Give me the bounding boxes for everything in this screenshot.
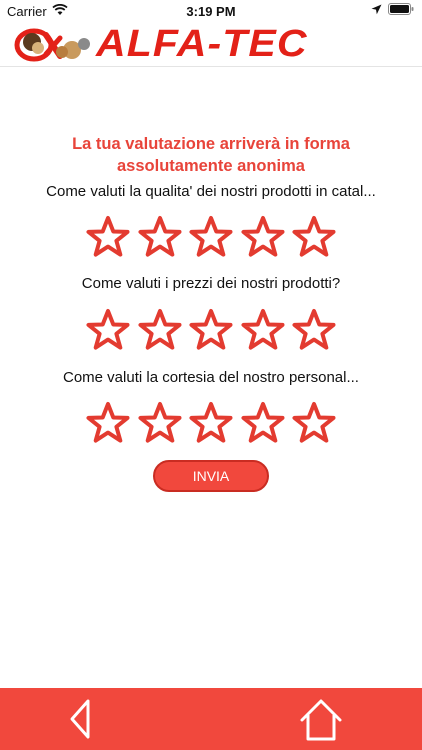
star-icon[interactable] <box>241 215 285 259</box>
rating-courtesy <box>86 401 336 445</box>
star-icon[interactable] <box>189 308 233 352</box>
rating-prices <box>86 308 336 352</box>
star-icon[interactable] <box>241 401 285 445</box>
star-icon[interactable] <box>292 401 336 445</box>
star-icon[interactable] <box>86 215 130 259</box>
home-icon[interactable] <box>298 698 344 742</box>
star-icon[interactable] <box>86 401 130 445</box>
star-icon[interactable] <box>138 401 182 445</box>
star-icon[interactable] <box>86 308 130 352</box>
star-icon[interactable] <box>292 308 336 352</box>
status-time: 3:19 PM <box>186 4 236 19</box>
location-arrow-icon <box>371 3 382 18</box>
brand-logo-icon <box>14 26 94 62</box>
star-icon[interactable] <box>189 401 233 445</box>
star-icon[interactable] <box>292 215 336 259</box>
star-icon[interactable] <box>189 215 233 259</box>
app-header: ALFA-TEC <box>0 22 422 67</box>
question-courtesy: Come valuti la cortesia del nostro perso… <box>63 369 359 386</box>
star-icon[interactable] <box>138 215 182 259</box>
rating-quality <box>86 215 336 259</box>
anonymous-notice: La tua valutazione arriverà in forma ass… <box>20 133 402 177</box>
submit-button[interactable]: INVIA <box>153 460 269 492</box>
anonymous-notice-line1: La tua valutazione arriverà in forma <box>72 135 350 153</box>
star-icon[interactable] <box>241 308 285 352</box>
question-quality: Come valuti la qualita' dei nostri prodo… <box>46 183 376 200</box>
status-bar: Carrier 3:19 PM <box>0 0 422 22</box>
bottom-nav-bar <box>0 688 422 750</box>
anonymous-notice-line2: assolutamente anonima <box>117 157 305 175</box>
status-right <box>371 3 414 18</box>
chevron-left-icon[interactable] <box>62 698 102 740</box>
question-prices: Come valuti i prezzi dei nostri prodotti… <box>81 275 341 292</box>
brand-wordmark: ALFA-TEC <box>96 23 308 65</box>
star-icon[interactable] <box>138 308 182 352</box>
battery-icon <box>388 3 414 18</box>
